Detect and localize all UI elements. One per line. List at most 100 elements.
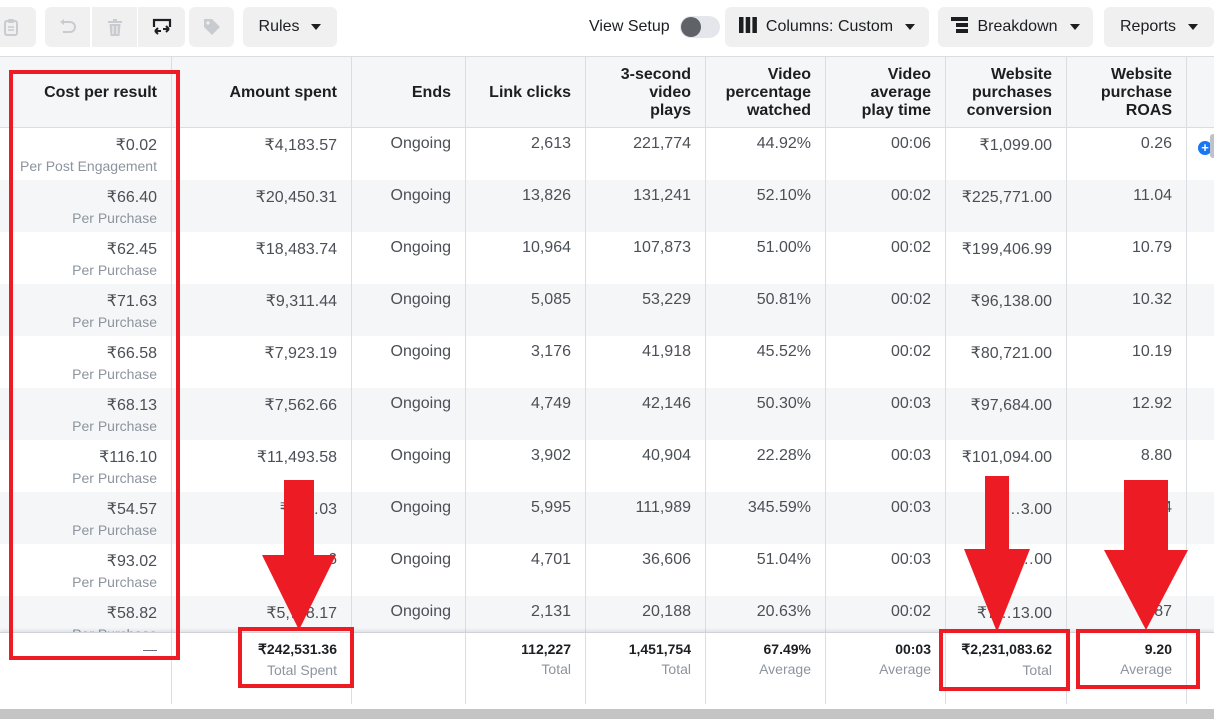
cell-video-percentage: 22.28% bbox=[706, 440, 826, 492]
cell-link-clicks: 3,176 bbox=[466, 336, 586, 388]
cell-cost-per-result: ₹68.13 Per Purchase bbox=[0, 388, 172, 440]
undo-icon bbox=[59, 19, 77, 35]
trash-icon bbox=[107, 18, 122, 36]
cell-video-percentage: 51.04% bbox=[706, 544, 826, 596]
chevron-down-icon bbox=[311, 24, 322, 30]
ab-test-button[interactable] bbox=[138, 7, 185, 47]
table-row[interactable]: ₹0.02 Per Post Engagement ₹4,183.57 Ongoing… bbox=[0, 128, 1214, 180]
tag-button[interactable] bbox=[189, 7, 234, 47]
header-add-column bbox=[1187, 57, 1214, 128]
cell-roas: 0.26 bbox=[1067, 128, 1187, 180]
cell-link-clicks: 13,826 bbox=[466, 180, 586, 232]
cell-roas: 10.79 bbox=[1067, 232, 1187, 284]
rules-label: Rules bbox=[258, 18, 300, 35]
table-row[interactable]: ₹93.02 Per Purchase …6 Ongoing 4,701 36,606 51… bbox=[0, 544, 1214, 596]
cell-ends: Ongoing bbox=[352, 388, 466, 440]
cell-empty bbox=[1187, 336, 1214, 388]
summary-link-clicks: 112,227 Total bbox=[466, 633, 586, 704]
cell-link-clicks: 5,085 bbox=[466, 284, 586, 336]
table-row[interactable]: ₹71.63 Per Purchase ₹9,311.44 Ongoing 5,085 5… bbox=[0, 284, 1214, 336]
cost-result-type: Per Purchase bbox=[72, 418, 157, 434]
header-ends[interactable]: Ends bbox=[352, 57, 466, 128]
breakdown-label: Breakdown bbox=[977, 18, 1058, 35]
vertical-scrollbar[interactable] bbox=[1210, 134, 1214, 158]
cell-amount-spent: ₹9,311.44 bbox=[172, 284, 352, 336]
cell-purchases-conversion: ₹199,406.99 bbox=[946, 232, 1067, 284]
cost-result-type: Per Purchase bbox=[72, 210, 157, 226]
cell-avg-play-time: 00:02 bbox=[826, 336, 946, 388]
cell-link-clicks: 4,749 bbox=[466, 388, 586, 440]
summary-video-plays: 1,451,754 Total bbox=[586, 633, 706, 704]
reports-dropdown[interactable]: Reports bbox=[1104, 7, 1214, 47]
header-link-clicks[interactable]: Link clicks bbox=[466, 57, 586, 128]
cell-ends: Ongoing bbox=[352, 180, 466, 232]
table-row[interactable]: ₹54.57 Per Purchase ₹5,…03 Ongoing 5,995 111,… bbox=[0, 492, 1214, 544]
cell-cost-per-result: ₹62.45 Per Purchase bbox=[0, 232, 172, 284]
breakdown-dropdown[interactable]: Breakdown bbox=[938, 7, 1093, 47]
summary-amount-spent: ₹242,531.36 Total Spent bbox=[172, 633, 352, 704]
cost-value: ₹62.45 bbox=[106, 241, 157, 258]
cell-empty bbox=[1187, 232, 1214, 284]
chevron-down-icon bbox=[1069, 24, 1080, 30]
header-video-average-play-time[interactable]: Video average play time bbox=[826, 57, 946, 128]
columns-dropdown[interactable]: Columns: Custom bbox=[725, 7, 929, 47]
cell-video-plays: 40,904 bbox=[586, 440, 706, 492]
view-setup: View Setup bbox=[589, 7, 720, 47]
view-setup-toggle[interactable] bbox=[679, 16, 720, 38]
header-video-percentage-watched[interactable]: Video percentage watched bbox=[706, 57, 826, 128]
cell-video-percentage: 45.52% bbox=[706, 336, 826, 388]
cell-link-clicks: 2,613 bbox=[466, 128, 586, 180]
cell-video-percentage: 44.92% bbox=[706, 128, 826, 180]
cell-link-clicks: 5,995 bbox=[466, 492, 586, 544]
table-row[interactable]: ₹62.45 Per Purchase ₹18,483.74 Ongoing 10,96… bbox=[0, 232, 1214, 284]
header-cost-per-result[interactable]: Cost per result bbox=[0, 57, 172, 128]
summary-label: Average bbox=[1120, 661, 1172, 677]
cell-roas: …4 bbox=[1067, 492, 1187, 544]
cell-video-percentage: 51.00% bbox=[706, 232, 826, 284]
chevron-down-icon bbox=[905, 24, 916, 30]
cost-value: ₹66.58 bbox=[106, 345, 157, 362]
cell-avg-play-time: 00:03 bbox=[826, 544, 946, 596]
cost-value: ₹71.63 bbox=[106, 293, 157, 310]
columns-icon bbox=[738, 16, 757, 38]
cell-purchases-conversion: ₹97,684.00 bbox=[946, 388, 1067, 440]
header-amount-spent[interactable]: Amount spent bbox=[172, 57, 352, 128]
cell-roas: 12.92 bbox=[1067, 388, 1187, 440]
cell-roas: 10.32 bbox=[1067, 284, 1187, 336]
summary-row: — ₹242,531.36 Total Spent 112,227 Total 1,… bbox=[0, 632, 1214, 705]
cost-result-type: Per Purchase bbox=[72, 574, 157, 590]
cell-ends: Ongoing bbox=[352, 336, 466, 388]
cell-amount-spent: ₹11,493.58 bbox=[172, 440, 352, 492]
undo-button[interactable] bbox=[45, 7, 90, 47]
cell-purchases-conversion: …00 bbox=[946, 544, 1067, 596]
toolbar: Rules View Setup Columns: Custom Breakdo… bbox=[0, 0, 1214, 56]
header-website-purchases-conversion[interactable]: Website purchases conversion bbox=[946, 57, 1067, 128]
summary-value: — bbox=[143, 641, 157, 657]
cell-video-plays: 131,241 bbox=[586, 180, 706, 232]
cell-purchases-conversion: ₹1,099.00 bbox=[946, 128, 1067, 180]
summary-value: 67.49% bbox=[763, 641, 811, 657]
paste-button[interactable] bbox=[0, 7, 36, 47]
table-row[interactable]: ₹66.40 Per Purchase ₹20,450.31 Ongoing 13,82… bbox=[0, 180, 1214, 232]
cell-roas bbox=[1067, 544, 1187, 596]
cell-ends: Ongoing bbox=[352, 544, 466, 596]
table-row[interactable]: ₹66.58 Per Purchase ₹7,923.19 Ongoing 3,176 4… bbox=[0, 336, 1214, 388]
header-3-second-video-plays[interactable]: 3-second video plays bbox=[586, 57, 706, 128]
cell-purchases-conversion: ₹225,771.00 bbox=[946, 180, 1067, 232]
summary-value: 9.20 bbox=[1144, 641, 1172, 657]
horizontal-scrollbar[interactable] bbox=[0, 709, 1214, 719]
table-row[interactable]: ₹68.13 Per Purchase ₹7,562.66 Ongoing 4,749 4… bbox=[0, 388, 1214, 440]
cell-roas: 11.04 bbox=[1067, 180, 1187, 232]
header-website-purchase-roas[interactable]: Website purchase ROAS bbox=[1067, 57, 1187, 128]
cell-amount-spent: ₹4,183.57 bbox=[172, 128, 352, 180]
cell-empty bbox=[1187, 544, 1214, 596]
cost-value: ₹66.40 bbox=[106, 189, 157, 206]
cell-cost-per-result: ₹54.57 Per Purchase bbox=[0, 492, 172, 544]
table-row[interactable]: ₹116.10 Per Purchase ₹11,493.58 Ongoing 3,90… bbox=[0, 440, 1214, 492]
rules-dropdown[interactable]: Rules bbox=[243, 7, 337, 47]
cell-avg-play-time: 00:03 bbox=[826, 388, 946, 440]
cell-roas: 8.80 bbox=[1067, 440, 1187, 492]
delete-button[interactable] bbox=[92, 7, 137, 47]
clipboard-icon bbox=[4, 18, 18, 36]
summary-value: 112,227 bbox=[521, 641, 571, 657]
